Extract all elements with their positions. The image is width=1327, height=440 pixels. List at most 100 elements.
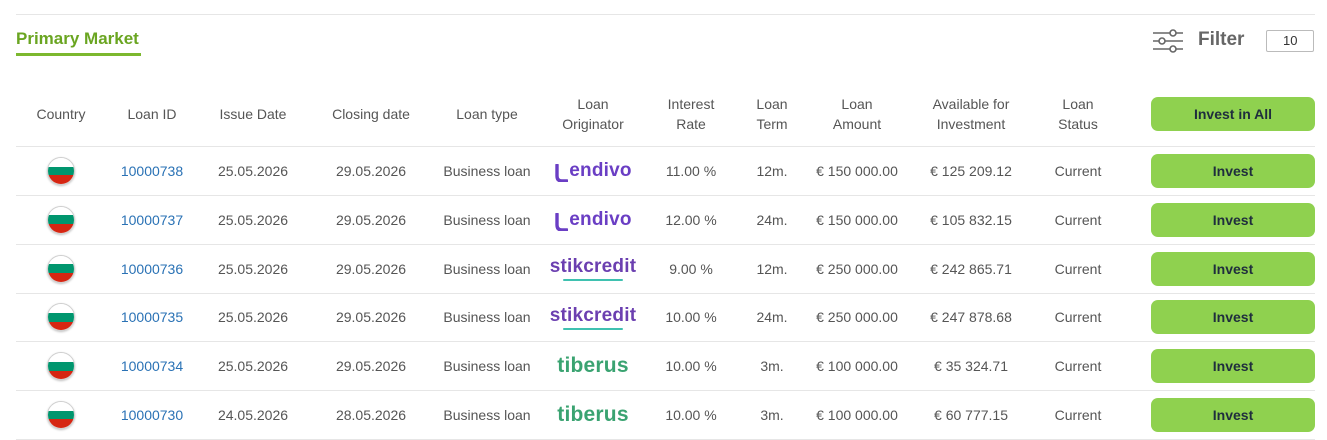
page-title[interactable]: Primary Market bbox=[16, 29, 139, 49]
action-cell: Invest bbox=[1150, 147, 1316, 195]
originator-logo: stikcredit bbox=[540, 245, 646, 293]
issue-date: 25.05.2026 bbox=[217, 358, 289, 375]
invest-button[interactable]: Invest bbox=[1151, 202, 1315, 237]
loan-status: Current bbox=[1054, 211, 1102, 228]
col-label-line: Status bbox=[1058, 116, 1098, 132]
col-label-line: Interest bbox=[667, 96, 715, 112]
invest-button[interactable]: Invest bbox=[1151, 300, 1315, 335]
sliders-icon[interactable] bbox=[1152, 28, 1184, 54]
loan-amount: € 150 000.00 bbox=[816, 163, 898, 179]
action-cell: Invest bbox=[1150, 342, 1316, 390]
loan-amount: € 250 000.00 bbox=[816, 309, 898, 326]
loan-status: Current bbox=[1054, 260, 1102, 277]
action-cell: Invest bbox=[1150, 391, 1316, 439]
loan-id-link[interactable]: 10000734 bbox=[106, 342, 198, 390]
col-loan-amount[interactable]: Loan Amount bbox=[808, 82, 906, 146]
col-loan-status[interactable]: Loan Status bbox=[1036, 82, 1120, 146]
table-row: 10000734 25.05.2026 29.05.2026 Business … bbox=[16, 342, 1316, 392]
col-closing-date[interactable]: Closing date bbox=[308, 82, 434, 146]
originator-name: stikcredit bbox=[549, 304, 637, 326]
closing-date: 29.05.2026 bbox=[335, 260, 407, 277]
bulgaria-flag bbox=[47, 157, 75, 185]
available-for-investment: € 105 832.15 bbox=[930, 211, 1012, 228]
stikcredit-logo: stikcredit bbox=[549, 256, 637, 282]
col-label-line: Loan bbox=[577, 96, 609, 112]
available-for-investment: € 35 324.71 bbox=[934, 358, 1008, 375]
invest-button[interactable]: Invest bbox=[1151, 154, 1315, 188]
tiberus-logo: tiberus bbox=[557, 403, 628, 427]
bulgaria-flag bbox=[47, 303, 75, 332]
col-label-line: Loan bbox=[1062, 96, 1094, 112]
loan-id-link[interactable]: 10000730 bbox=[106, 391, 198, 439]
interest-rate: 11.00 % bbox=[665, 163, 717, 179]
col-loan-originator[interactable]: Loan Originator bbox=[540, 82, 646, 146]
col-label-line: Originator bbox=[562, 116, 624, 132]
page-size-select[interactable]: 10 bbox=[1266, 30, 1314, 52]
loan-term: 3m. bbox=[760, 358, 784, 375]
table-header: Country Loan ID Issue Date Closing date … bbox=[16, 82, 1315, 147]
closing-date: 28.05.2026 bbox=[335, 407, 407, 423]
available-for-investment: € 125 209.12 bbox=[930, 163, 1012, 179]
loan-id-link[interactable]: 10000737 bbox=[106, 196, 198, 244]
interest-rate: 12.00 % bbox=[665, 211, 717, 228]
loan-id-link[interactable]: 10000736 bbox=[106, 245, 198, 293]
action-cell: Invest bbox=[1150, 196, 1316, 244]
lendivo-logo: endivo bbox=[554, 160, 632, 182]
issue-date: 24.05.2026 bbox=[217, 407, 289, 423]
loan-amount: € 150 000.00 bbox=[816, 211, 898, 228]
closing-date: 29.05.2026 bbox=[335, 309, 407, 326]
top-divider bbox=[16, 14, 1315, 15]
action-cell: Invest bbox=[1150, 293, 1316, 341]
col-label-line: Available for bbox=[932, 96, 1010, 112]
bulgaria-flag bbox=[47, 205, 75, 234]
loan-id-link[interactable]: 10000738 bbox=[106, 147, 198, 195]
originator-logo: tiberus bbox=[540, 391, 646, 439]
col-loan-id[interactable]: Loan ID bbox=[106, 82, 198, 146]
originator-name: stikcredit bbox=[549, 256, 637, 278]
loan-type: Business loan bbox=[443, 163, 531, 179]
logo-underline bbox=[562, 279, 623, 282]
available-for-investment: € 60 777.15 bbox=[934, 407, 1008, 423]
col-available[interactable]: Available for Investment bbox=[906, 82, 1036, 146]
loan-status: Current bbox=[1054, 309, 1102, 326]
originator-name: endivo bbox=[569, 208, 632, 230]
originator-name: endivo bbox=[569, 160, 632, 181]
invest-button[interactable]: Invest bbox=[1151, 349, 1315, 384]
loan-id-link[interactable]: 10000735 bbox=[106, 293, 198, 341]
interest-rate: 10.00 % bbox=[665, 309, 717, 326]
col-loan-type[interactable]: Loan type bbox=[434, 82, 540, 146]
bulgaria-flag bbox=[47, 401, 75, 429]
loan-term: 24m. bbox=[756, 309, 788, 326]
loan-type: Business loan bbox=[443, 260, 531, 277]
invest-button[interactable]: Invest bbox=[1151, 398, 1315, 432]
bulgaria-flag bbox=[47, 254, 75, 283]
col-loan-term[interactable]: Loan Term bbox=[736, 82, 808, 146]
col-label-line: Loan bbox=[841, 96, 873, 112]
table-row: 10000738 25.05.2026 29.05.2026 Business … bbox=[16, 147, 1315, 196]
invest-button[interactable]: Invest bbox=[1151, 251, 1315, 286]
loan-term: 12m. bbox=[756, 163, 788, 179]
loan-type: Business loan bbox=[443, 309, 531, 326]
stikcredit-logo: stikcredit bbox=[550, 305, 636, 330]
col-issue-date[interactable]: Issue Date bbox=[198, 82, 308, 146]
col-country[interactable]: Country bbox=[16, 82, 106, 146]
interest-rate: 9.00 % bbox=[669, 260, 713, 277]
table-row: 10000736 25.05.2026 29.05.2026 Business … bbox=[16, 245, 1315, 294]
invest-in-all-button[interactable]: Invest in All bbox=[1151, 97, 1315, 131]
action-cell: Invest in All bbox=[1150, 82, 1316, 146]
col-label-line: Rate bbox=[676, 116, 706, 132]
active-tab-underline bbox=[16, 53, 141, 56]
loan-term: 24m. bbox=[756, 211, 788, 228]
col-interest-rate[interactable]: Interest Rate bbox=[646, 82, 736, 146]
closing-date: 29.05.2026 bbox=[335, 163, 407, 179]
originator-logo: endivo bbox=[540, 147, 646, 195]
originator-logo: stikcredit bbox=[540, 293, 646, 341]
issue-date: 25.05.2026 bbox=[217, 211, 289, 228]
lendivo-mark-icon bbox=[555, 164, 569, 182]
available-for-investment: € 242 865.71 bbox=[930, 260, 1012, 277]
loan-status: Current bbox=[1054, 358, 1102, 375]
loan-term: 12m. bbox=[756, 260, 788, 277]
filter-button[interactable]: Filter bbox=[1198, 29, 1244, 51]
loan-term: 3m. bbox=[760, 407, 784, 423]
loan-type: Business loan bbox=[443, 358, 531, 375]
